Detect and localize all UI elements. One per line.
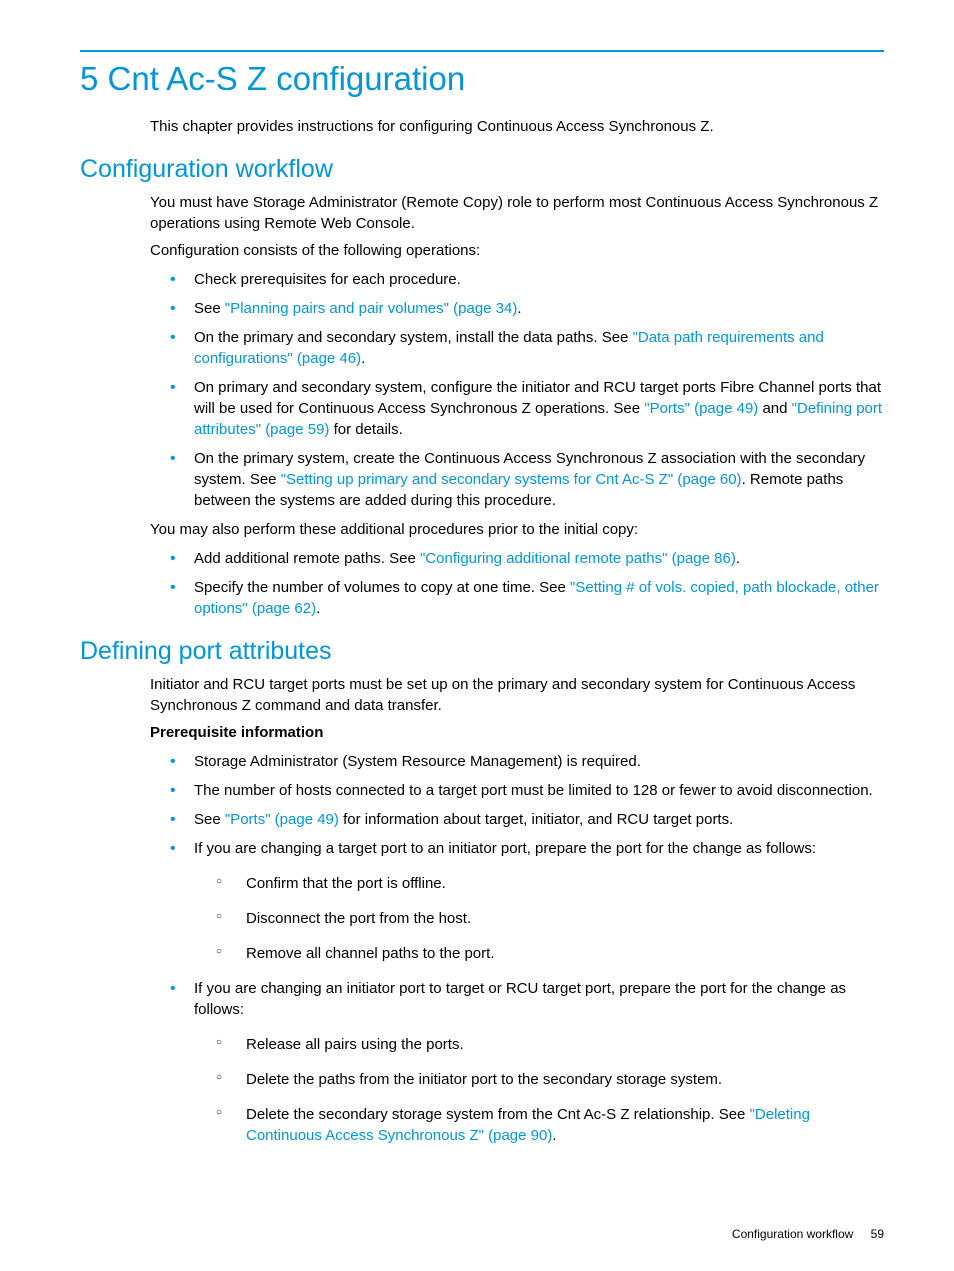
list-text: . [316, 600, 320, 617]
paragraph: You may also perform these additional pr… [150, 519, 884, 540]
list-text: Specify the number of volumes to copy at… [194, 579, 570, 596]
paragraph: You must have Storage Administrator (Rem… [150, 192, 884, 234]
sublist-item: Remove all channel paths to the port. [216, 943, 884, 964]
sublist-item: Release all pairs using the ports. [216, 1034, 884, 1055]
list-text: Delete the secondary storage system from… [246, 1106, 750, 1123]
sublist: Confirm that the port is offline. Discon… [194, 873, 884, 964]
list-item: Add additional remote paths. See "Config… [170, 548, 884, 569]
list-text: for information about target, initiator,… [339, 811, 733, 828]
page-footer: Configuration workflow 59 [732, 1227, 884, 1241]
chapter-title: 5 Cnt Ac-S Z configuration [80, 60, 884, 98]
list-item: Specify the number of volumes to copy at… [170, 577, 884, 619]
list-text: Add additional remote paths. See [194, 550, 420, 567]
section-heading-workflow: Configuration workflow [80, 155, 884, 184]
list-text: Disconnect the port from the host. [246, 910, 471, 927]
list-text: . [517, 300, 521, 317]
list-item: If you are changing a target port to an … [170, 838, 884, 964]
list-text: Release all pairs using the ports. [246, 1036, 464, 1053]
sublist-item: Delete the secondary storage system from… [216, 1104, 884, 1146]
list-item: The number of hosts connected to a targe… [170, 780, 884, 801]
sublist: Release all pairs using the ports. Delet… [194, 1034, 884, 1146]
footer-section-title: Configuration workflow [732, 1227, 853, 1241]
list-item: On primary and secondary system, configu… [170, 377, 884, 440]
link-setting-up-systems[interactable]: "Setting up primary and secondary system… [281, 471, 742, 488]
list-text: and [758, 400, 791, 417]
header-rule [80, 50, 884, 52]
page-number: 59 [871, 1227, 884, 1241]
list-text: Check prerequisites for each procedure. [194, 271, 461, 288]
paragraph: Configuration consists of the following … [150, 240, 884, 261]
section2-body: Initiator and RCU target ports must be s… [150, 674, 884, 1146]
list-text: . [361, 350, 365, 367]
bullet-list: Storage Administrator (System Resource M… [150, 751, 884, 1146]
sublist-item: Disconnect the port from the host. [216, 908, 884, 929]
bullet-list: Check prerequisites for each procedure. … [150, 269, 884, 511]
list-text: If you are changing a target port to an … [194, 840, 816, 857]
list-text: Remove all channel paths to the port. [246, 945, 494, 962]
subheading-prereq: Prerequisite information [150, 722, 884, 743]
list-item: On the primary system, create the Contin… [170, 448, 884, 511]
link-ports[interactable]: "Ports" (page 49) [644, 400, 758, 417]
paragraph: Initiator and RCU target ports must be s… [150, 674, 884, 716]
list-text: Storage Administrator (System Resource M… [194, 753, 641, 770]
list-item: See "Planning pairs and pair volumes" (p… [170, 298, 884, 319]
list-item: See "Ports" (page 49) for information ab… [170, 809, 884, 830]
list-text: The number of hosts connected to a targe… [194, 782, 873, 799]
list-text: See [194, 300, 225, 317]
list-text: If you are changing an initiator port to… [194, 980, 846, 1018]
list-text: Confirm that the port is offline. [246, 875, 446, 892]
list-text: See [194, 811, 225, 828]
sublist-item: Delete the paths from the initiator port… [216, 1069, 884, 1090]
intro-block: This chapter provides instructions for c… [150, 116, 884, 137]
list-item: On the primary and secondary system, ins… [170, 327, 884, 369]
list-text: On the primary and secondary system, ins… [194, 329, 633, 346]
intro-text: This chapter provides instructions for c… [150, 116, 884, 137]
section-heading-port-attrs: Defining port attributes [80, 637, 884, 666]
document-page: 5 Cnt Ac-S Z configuration This chapter … [0, 0, 954, 1271]
list-text: . [736, 550, 740, 567]
list-item: Check prerequisites for each procedure. [170, 269, 884, 290]
link-planning-pairs[interactable]: "Planning pairs and pair volumes" (page … [225, 300, 518, 317]
list-text: for details. [329, 421, 402, 438]
link-additional-remote-paths[interactable]: "Configuring additional remote paths" (p… [420, 550, 736, 567]
list-text: Delete the paths from the initiator port… [246, 1071, 722, 1088]
list-item: Storage Administrator (System Resource M… [170, 751, 884, 772]
section1-body: You must have Storage Administrator (Rem… [150, 192, 884, 619]
bullet-list: Add additional remote paths. See "Config… [150, 548, 884, 619]
sublist-item: Confirm that the port is offline. [216, 873, 884, 894]
list-item: If you are changing an initiator port to… [170, 978, 884, 1146]
list-text: . [552, 1127, 556, 1144]
link-ports-49[interactable]: "Ports" (page 49) [225, 811, 339, 828]
